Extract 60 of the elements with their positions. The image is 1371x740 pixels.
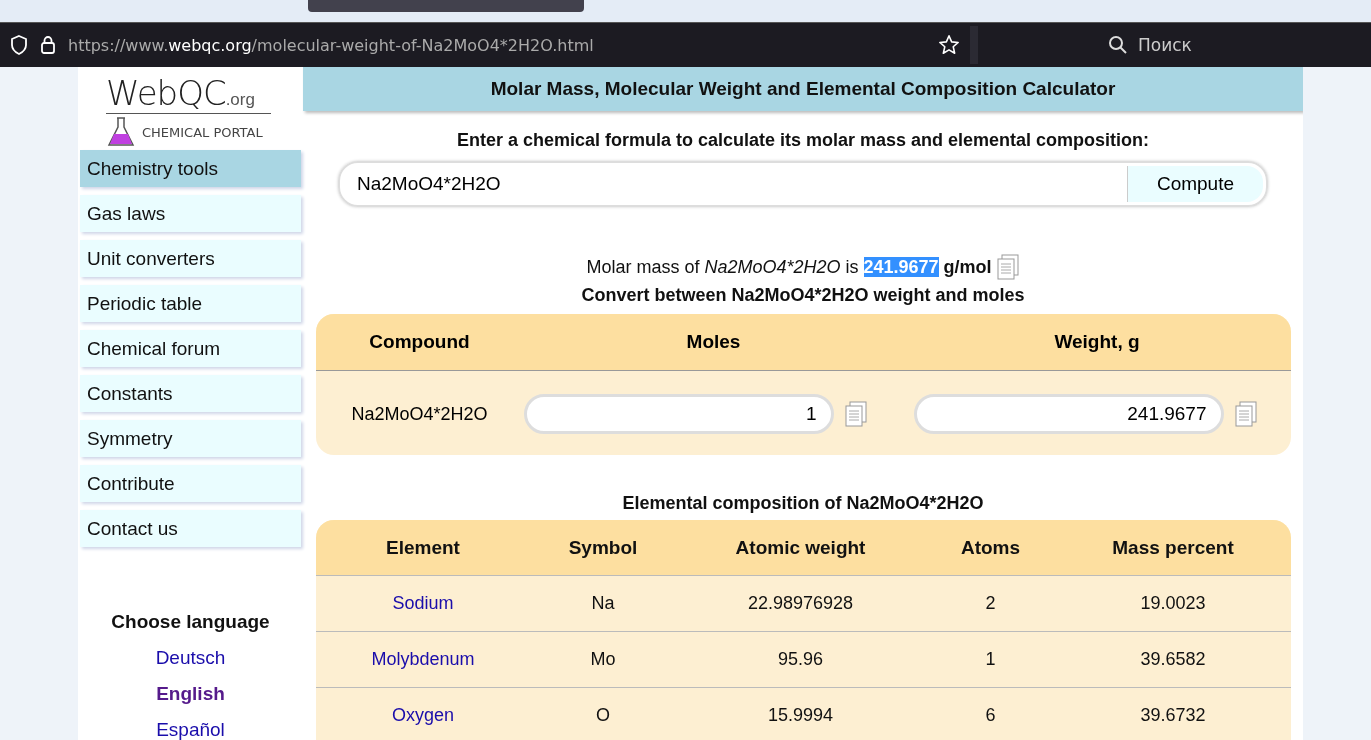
table-cell-text: 22.98976928 (746, 593, 855, 615)
logo-wordmark: WebQC (106, 73, 226, 113)
element-link[interactable]: Oxygen (315, 705, 531, 727)
table-cell-text: 6 (984, 705, 997, 727)
copy-icon[interactable] (1233, 401, 1258, 427)
sidebar-item[interactable]: Chemistry tools (80, 150, 301, 187)
column-header: Element (385, 536, 461, 559)
sidebar-item[interactable]: Contribute (80, 465, 301, 502)
table-cell-text: 1 (984, 649, 997, 671)
column-header: Atoms (959, 536, 1022, 559)
language-link[interactable]: Español (78, 719, 303, 740)
table-cell-text: 39.6582 (1139, 649, 1207, 671)
shield-icon (10, 35, 28, 55)
column-header: Symbol (567, 536, 639, 559)
sidebar-item[interactable]: Chemical forum (80, 330, 301, 367)
table-cell-text: Mo (589, 649, 617, 671)
copy-icon[interactable] (843, 401, 868, 427)
table-cell-text: 15.9994 (766, 705, 835, 727)
compute-button[interactable]: Compute (1127, 166, 1263, 202)
table-cell-text: 19.0023 (1139, 593, 1207, 615)
url-text: https://www.webqc.org/molecular-weight-of-Na2MoO4*2H2O.html (68, 35, 595, 55)
column-header: Moles (685, 331, 742, 353)
search-input[interactable]: Поиск (1136, 34, 1340, 56)
moles-input[interactable]: 1 (523, 394, 834, 434)
weight-input[interactable]: 241.9677 (913, 394, 1224, 434)
copy-icon[interactable] (995, 254, 1020, 280)
formula-field[interactable]: Na2MoO4*2H2O Compute (338, 161, 1268, 207)
table-cell-text: O (595, 705, 611, 727)
convert-heading: Convert between Na2MoO4*2H2O weight and moles (581, 285, 1025, 306)
logo-tagline: CHEMICAL PORTAL (142, 124, 263, 140)
search-icon (1108, 35, 1128, 55)
molar-mass-result: Molar mass of Na2MoO4*2H2O is 241.9677 g/mol (586, 256, 992, 278)
column-header: Compound (368, 331, 471, 353)
element-link[interactable]: Molybdenum (315, 649, 531, 671)
prompt-text: Enter a chemical formula to calculate its molar mass and elemental composition: (456, 130, 1150, 151)
flask-icon (106, 116, 136, 148)
language-link[interactable]: Deutsch (78, 647, 303, 669)
lock-icon (40, 35, 56, 55)
page-title: Molar Mass, Molecular Weight and Elemental Composition Calculator (303, 67, 1303, 111)
sidebar-item[interactable]: Contact us (80, 510, 301, 547)
table-cell-text: 39.6732 (1139, 705, 1207, 727)
column-header: Mass percent (1111, 536, 1235, 559)
sidebar-item[interactable]: Periodic table (80, 285, 301, 322)
element-link[interactable]: Sodium (315, 593, 531, 615)
column-header: Weight, g (1053, 331, 1141, 353)
logo-suffix: .org (225, 90, 255, 110)
sidebar-item[interactable]: Constants (80, 375, 301, 412)
sidebar-item[interactable]: Symmetry (80, 420, 301, 457)
language-link[interactable]: English (78, 683, 303, 705)
browser-tab[interactable] (308, 0, 584, 12)
table-cell-text: 2 (984, 593, 997, 615)
sidebar-item[interactable]: Gas laws (80, 195, 301, 232)
column-header: Atomic weight (734, 536, 867, 559)
composition-heading: Elemental composition of Na2MoO4*2H2O (622, 493, 984, 515)
table-cell-text: 95.96 (776, 649, 824, 671)
sidebar-item[interactable]: Unit converters (80, 240, 301, 277)
language-heading: Choose language (110, 611, 271, 633)
star-icon[interactable] (938, 34, 960, 56)
compound-name: Na2MoO4*2H2O (350, 403, 489, 425)
table-cell-text: Na (590, 593, 616, 615)
